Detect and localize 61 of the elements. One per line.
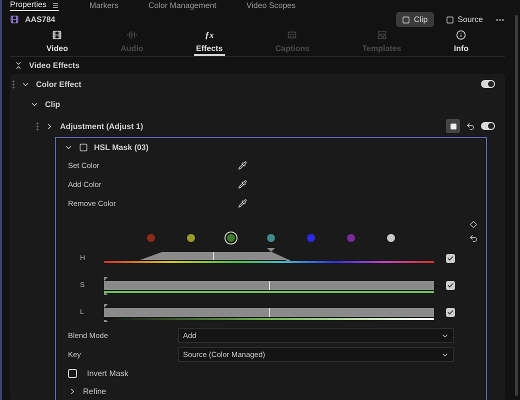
center-marker[interactable] xyxy=(269,308,270,316)
drag-handle-icon[interactable] xyxy=(12,80,15,88)
chevron-right-icon[interactable] xyxy=(45,122,54,130)
tab[interactable]: ƒx Effects xyxy=(194,28,225,56)
mask-square-icon xyxy=(450,122,456,130)
eyedropper-icon[interactable] xyxy=(238,199,247,208)
checkbox[interactable] xyxy=(446,308,455,317)
eyedropper-icon[interactable] xyxy=(238,180,247,189)
toggle-switch[interactable] xyxy=(481,80,495,88)
chevron-right-icon[interactable] xyxy=(68,387,77,396)
checkbox-label: Invert Mask xyxy=(87,369,128,378)
luminance-range-slider[interactable] xyxy=(104,302,434,324)
view-button[interactable]: Source xyxy=(440,12,489,28)
panel-tab[interactable]: Color Management xyxy=(148,1,216,11)
color-swatch[interactable] xyxy=(307,234,315,242)
captions-icon xyxy=(287,30,298,40)
color-swatch[interactable] xyxy=(187,234,195,242)
section-title: Video Effects xyxy=(29,61,80,70)
film-icon xyxy=(52,30,62,40)
reset-icon[interactable] xyxy=(466,122,475,130)
eyedropper-icon[interactable] xyxy=(238,161,247,170)
keyframe-icon[interactable] xyxy=(470,221,476,228)
toggle-switch[interactable] xyxy=(481,122,495,130)
color-swatch[interactable] xyxy=(267,234,275,242)
frame-icon xyxy=(402,16,410,24)
view-button[interactable]: Clip xyxy=(396,12,434,28)
chevron-down-icon[interactable] xyxy=(30,100,39,109)
saturation-range-slider[interactable] xyxy=(104,274,434,296)
checkbox[interactable] xyxy=(446,281,455,290)
checkbox[interactable] xyxy=(68,369,77,378)
color-swatch[interactable] xyxy=(387,234,395,242)
panel-tab[interactable]: Properties xyxy=(10,0,60,11)
collapse-icon[interactable] xyxy=(14,61,23,70)
adjustment-title: Adjustment (Adjust 1) xyxy=(60,122,144,130)
mask-icon xyxy=(79,142,88,152)
reset-icon[interactable] xyxy=(468,234,478,243)
waveform-icon xyxy=(126,30,137,40)
clip-icon xyxy=(10,15,19,24)
tab[interactable]: Info xyxy=(452,28,471,56)
group-title: Clip xyxy=(45,100,60,109)
frame-icon xyxy=(446,16,454,24)
center-marker[interactable] xyxy=(269,280,270,290)
tab[interactable]: Video xyxy=(44,28,70,56)
color-swatch[interactable] xyxy=(227,234,235,242)
panel-tab[interactable]: Video Scopes xyxy=(246,1,296,11)
color-swatch[interactable] xyxy=(347,234,355,242)
drag-handle-icon[interactable] xyxy=(36,122,39,130)
color-swatch[interactable] xyxy=(147,234,155,242)
info-icon xyxy=(456,30,466,40)
mask-button[interactable] xyxy=(446,119,460,133)
effect-title: Color Effect xyxy=(36,80,82,88)
scrollbar[interactable] xyxy=(515,15,518,396)
panel-tab[interactable]: Markers xyxy=(89,1,118,11)
menu-icon[interactable] xyxy=(52,2,60,8)
center-marker[interactable] xyxy=(213,252,214,260)
mask-title: HSL Mask (03) xyxy=(94,142,149,152)
refine-label: Refine xyxy=(83,387,106,396)
clip-name: AAS784 xyxy=(25,15,56,24)
template-icon xyxy=(376,30,387,40)
checkbox[interactable] xyxy=(446,254,455,263)
fx-icon: ƒx xyxy=(204,30,214,40)
